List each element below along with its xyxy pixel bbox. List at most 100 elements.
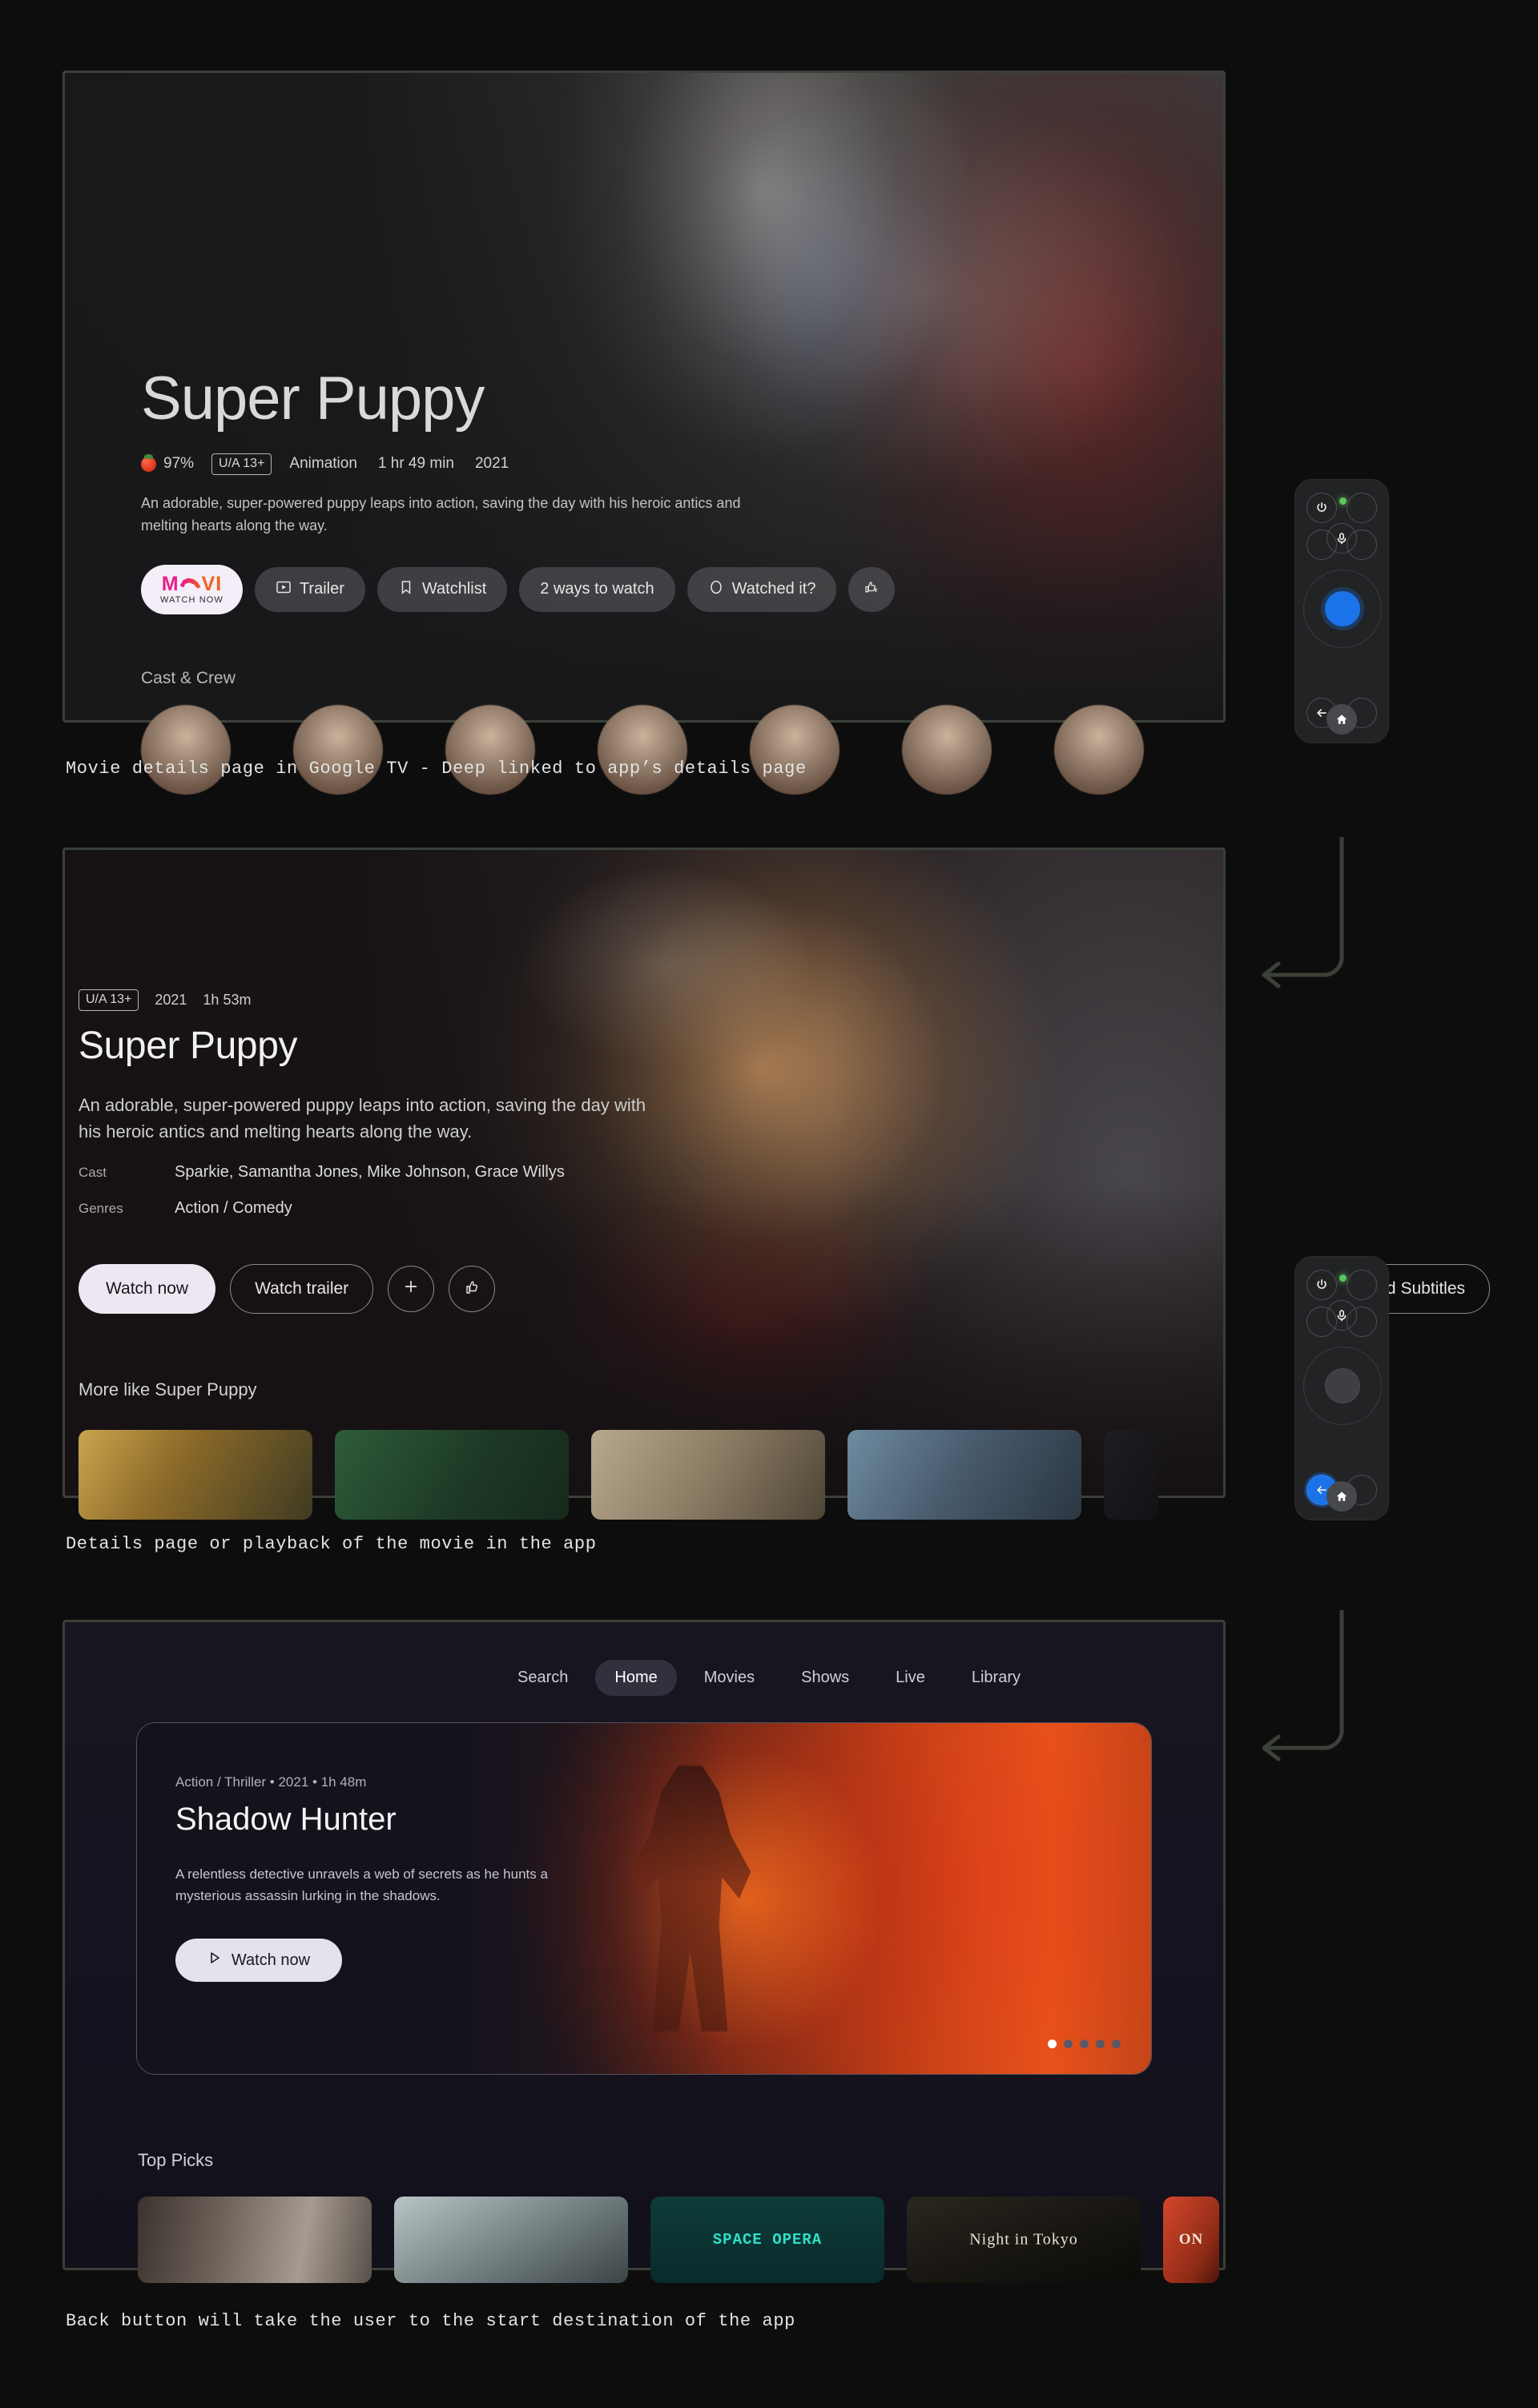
connector-arrow-icon [1262,837,1344,989]
movi-watch-now-label: WATCH NOW [160,594,223,605]
synopsis: An adorable, super-powered puppy leaps i… [141,494,741,534]
remote-back-selected [1294,1256,1389,1520]
genre-label: Animation [289,455,357,473]
movi-watch-now-button[interactable]: M VI WATCH NOW [141,564,243,614]
nav-item-movies[interactable]: Movies [685,1660,774,1696]
connector-remote2-to-panel3 [1242,1610,1386,1770]
hero-carousel-card[interactable]: Action / Thriller • 2021 • 1h 48m Shadow… [136,1722,1152,2075]
hero-synopsis: A relentless detective unravels a web of… [175,1866,548,1904]
hero-content: Action / Thriller • 2021 • 1h 48m Shadow… [175,1774,552,1983]
add-to-list-button[interactable] [388,1266,435,1312]
panel2-content: U/A 13+ 2021 1h 53m Super Puppy An adora… [79,989,671,1218]
nav-item-library[interactable]: Library [952,1660,1040,1696]
watchlist-label: Watchlist [421,580,487,598]
list-item[interactable] [591,1430,825,1520]
pagination-dot[interactable] [1064,2040,1073,2048]
trailer-button[interactable]: Trailer [254,566,365,612]
tomato-icon [141,453,156,472]
aux-button-top-right[interactable] [1347,493,1377,523]
cast-value: Sparkie, Samantha Jones, Mike Johnson, G… [175,1162,565,1181]
avatar[interactable] [598,705,687,795]
status-led [1339,497,1347,505]
watch-trailer-button[interactable]: Watch trailer [230,1264,374,1314]
select-button[interactable] [1325,1368,1360,1403]
hero-watch-now-label: Watch now [231,1951,311,1969]
genres-label: Genres [79,1200,123,1216]
metadata-row: U/A 13+ 2021 1h 53m [79,989,671,1011]
duration-label: 1 hr 49 min [377,455,454,473]
list-item[interactable] [394,2197,628,2283]
action-button-row: M VI WATCH NOW Trailer Watchlist 2 ways … [141,564,1102,614]
nav-item-live[interactable]: Live [876,1660,944,1696]
ways-to-watch-label: 2 ways to watch [540,580,654,598]
play-box-icon [276,579,292,600]
list-item[interactable] [1104,1430,1158,1520]
list-item[interactable] [79,1430,312,1520]
caption-panel-1: Movie details page in Google TV - Deep l… [66,759,807,779]
aux-button-bottom-right[interactable] [1347,698,1377,728]
avatar[interactable] [141,705,231,795]
like-button[interactable] [449,1266,496,1312]
avatar[interactable] [902,705,992,795]
list-item[interactable] [848,1430,1081,1520]
design-flow-board: Super Puppy 97% U/A 13+ Animation 1 hr 4… [0,0,1538,2408]
pagination-dot[interactable] [1112,2040,1121,2048]
pagination-dot[interactable] [1080,2040,1089,2048]
nav-item-shows[interactable]: Shows [782,1660,868,1696]
page-title: Super Puppy [79,1024,298,1067]
dpad[interactable] [1303,570,1382,648]
cast-crew-heading: Cast & Crew [141,669,236,687]
thumbs-rating-button[interactable] [848,566,896,612]
select-button[interactable] [1325,591,1360,626]
watched-it-button[interactable]: Watched it? [686,566,837,612]
list-item[interactable]: ON [1163,2197,1219,2283]
metadata-row: 97% U/A 13+ Animation 1 hr 49 min 2021 [141,453,1102,475]
circle-icon [708,579,724,600]
power-button[interactable] [1306,1270,1337,1300]
aux-button-right[interactable] [1347,530,1377,560]
list-item[interactable]: Night in Tokyo [907,2197,1141,2283]
nav-item-search[interactable]: Search [498,1660,587,1696]
carousel-pagination[interactable] [1048,2040,1121,2048]
hero-metadata: Action / Thriller • 2021 • 1h 48m [175,1774,367,1790]
avatar[interactable] [293,705,383,795]
pagination-dot[interactable] [1096,2040,1105,2048]
pagination-dot-active[interactable] [1048,2040,1057,2048]
status-led [1339,1274,1347,1282]
connector-remote1-to-panel2 [1242,837,1386,997]
avatar[interactable] [750,705,839,795]
dpad[interactable] [1303,1347,1382,1425]
nav-item-home[interactable]: Home [595,1660,677,1696]
avatar[interactable] [445,705,535,795]
year-label: 2021 [155,991,187,1008]
genres-row: Genres Action / Comedy [79,1199,671,1218]
trailer-label: Trailer [299,580,344,598]
tile-label: ON [1178,2231,1204,2248]
duration-label: 1h 53m [203,991,252,1008]
aux-button-right[interactable] [1347,1307,1377,1337]
movi-logo-vi: VI [201,572,223,595]
watchlist-button[interactable]: Watchlist [376,566,508,612]
more-like-heading: More like Super Puppy [79,1379,257,1399]
play-icon [207,1951,222,1970]
hero-title: Shadow Hunter [175,1802,397,1837]
aux-button-top-right[interactable] [1347,1270,1377,1300]
genres-value: Action / Comedy [175,1198,292,1217]
aux-button-bottom-right[interactable] [1347,1475,1377,1505]
watch-now-button[interactable]: Watch now [79,1264,216,1314]
ways-to-watch-button[interactable]: 2 ways to watch [519,566,675,612]
avatar[interactable] [1054,705,1144,795]
list-item[interactable] [335,1430,569,1520]
list-item[interactable] [138,2197,372,2283]
tile-label: SPACE OPERA [712,2231,823,2249]
thumbs-icon [863,578,880,601]
panel2-action-row: Watch now Watch trailer Audio and Subtit… [79,1264,1490,1314]
power-button[interactable] [1306,493,1337,523]
bookmark-icon [398,579,414,600]
movi-logo: M VI [162,574,222,594]
tile-label: Night in Tokyo [969,2230,1078,2249]
hero-watch-now-button[interactable]: Watch now [175,1939,342,1983]
critic-score: 97% [163,455,195,473]
synopsis: An adorable, super-powered puppy leaps i… [79,1094,646,1142]
list-item[interactable]: SPACE OPERA [650,2197,884,2283]
